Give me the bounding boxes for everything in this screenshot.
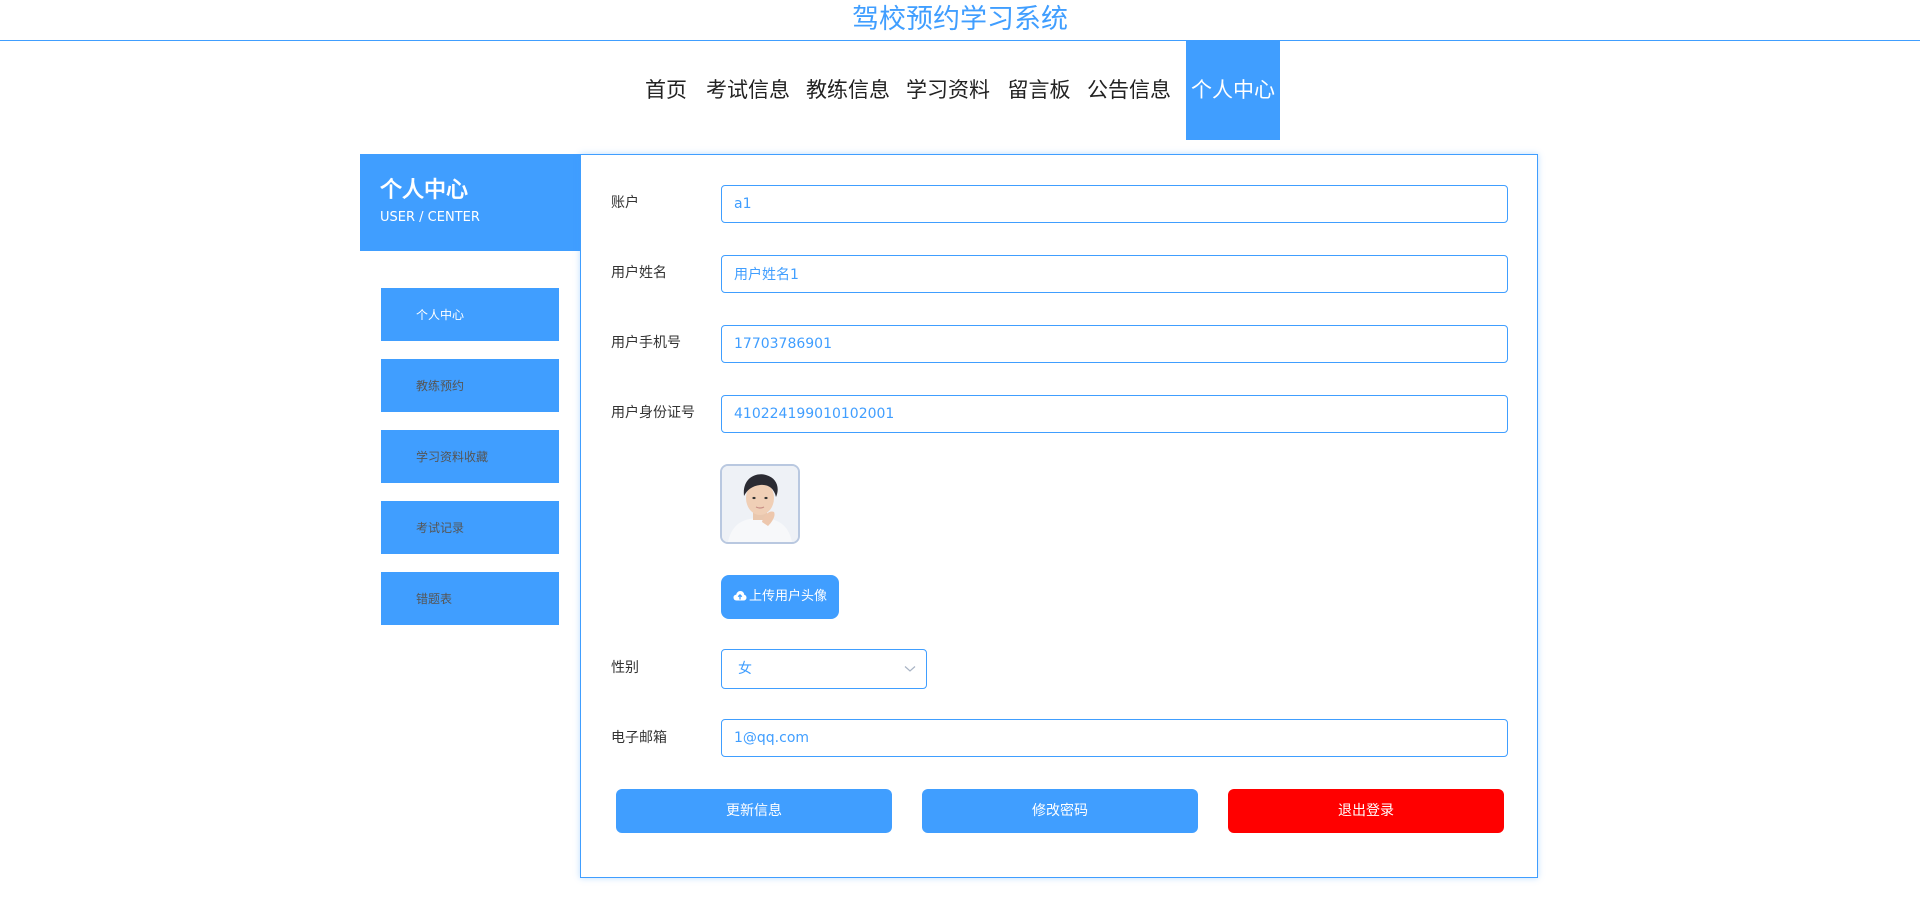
top-nav: 首页 考试信息 教练信息 学习资料 留言板 公告信息 个人中心 <box>0 41 1920 140</box>
update-info-button[interactable]: 更新信息 <box>616 789 892 833</box>
sidebar-item-exam-records[interactable]: 考试记录 <box>381 501 559 554</box>
phone-input[interactable] <box>721 325 1508 363</box>
email-label: 电子邮箱 <box>611 730 667 746</box>
sidebar-subtitle: USER / CENTER <box>380 210 480 225</box>
site-title: 驾校预约学习系统 <box>0 0 1920 41</box>
nav-exam-info[interactable]: 考试信息 <box>706 41 790 140</box>
account-label: 账户 <box>611 195 639 211</box>
name-input[interactable] <box>721 255 1508 293</box>
nav-user-center[interactable]: 个人中心 <box>1186 41 1280 140</box>
upload-avatar-label: 上传用户头像 <box>748 589 827 604</box>
gender-label: 性别 <box>611 660 639 676</box>
cloud-upload-icon <box>733 591 747 601</box>
phone-label: 用户手机号 <box>611 335 681 351</box>
email-input[interactable] <box>721 719 1508 757</box>
change-password-button[interactable]: 修改密码 <box>922 789 1198 833</box>
sidebar-title: 个人中心 <box>380 178 469 203</box>
chevron-down-icon <box>904 666 916 672</box>
avatar <box>720 464 800 544</box>
logout-button[interactable]: 退出登录 <box>1228 789 1504 833</box>
nav-message-board[interactable]: 留言板 <box>1007 41 1071 140</box>
sidebar-item-material-favorites[interactable]: 学习资料收藏 <box>381 430 559 483</box>
id-card-input[interactable] <box>721 395 1508 433</box>
id-card-label: 用户身份证号 <box>611 405 695 421</box>
sidebar-header: 个人中心 USER / CENTER <box>360 154 580 251</box>
sidebar-item-user-center[interactable]: 个人中心 <box>381 288 559 341</box>
account-input[interactable] <box>721 185 1508 223</box>
gender-value: 女 <box>738 661 752 677</box>
name-label: 用户姓名 <box>611 265 667 281</box>
sidebar-item-coach-booking[interactable]: 教练预约 <box>381 359 559 412</box>
nav-coach-info[interactable]: 教练信息 <box>806 41 890 140</box>
upload-avatar-button[interactable]: 上传用户头像 <box>721 575 839 619</box>
sidebar-item-wrong-questions[interactable]: 错题表 <box>381 572 559 625</box>
avatar-image <box>722 466 798 542</box>
gender-select[interactable]: 女 <box>721 649 927 689</box>
nav-home[interactable]: 首页 <box>643 41 689 140</box>
nav-announcements[interactable]: 公告信息 <box>1087 41 1171 140</box>
nav-study-materials[interactable]: 学习资料 <box>906 41 990 140</box>
